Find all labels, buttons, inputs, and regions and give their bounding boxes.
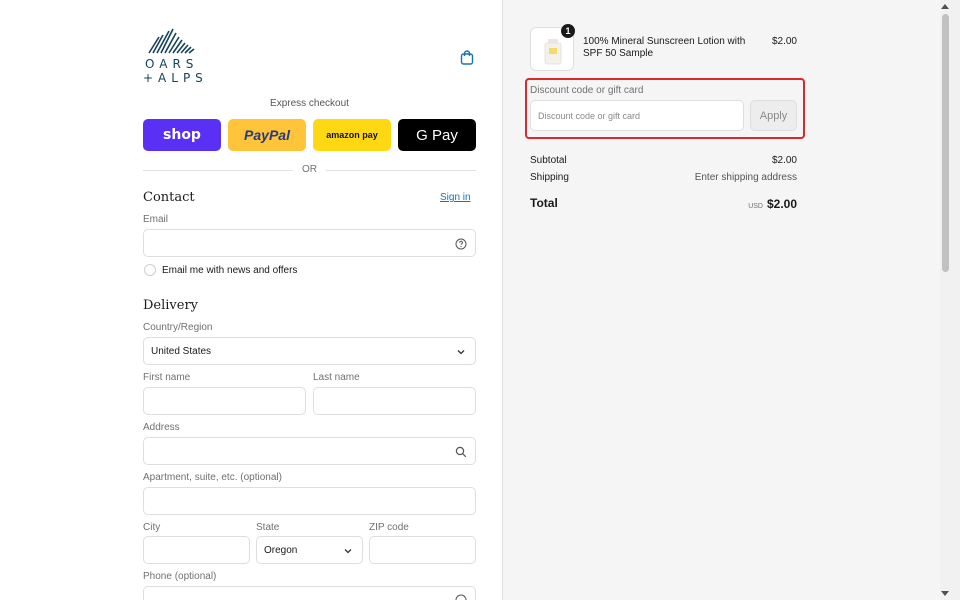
brand-name-line1: OARS: [145, 57, 199, 71]
delivery-heading: Delivery: [143, 298, 199, 313]
subtotal-label: Subtotal: [530, 155, 567, 166]
shop-pay-label: shop: [163, 127, 201, 143]
first-name-label: First name: [143, 372, 191, 383]
newsletter-checkbox[interactable]: [144, 264, 156, 276]
amazon-pay-button[interactable]: amazon pay: [313, 119, 391, 151]
zip-label: ZIP code: [369, 522, 409, 533]
chevron-down-icon: [457, 350, 465, 355]
cart-bag-icon[interactable]: [460, 50, 474, 65]
city-field[interactable]: [143, 536, 250, 564]
apartment-label: Apartment, suite, etc. (optional): [143, 472, 282, 483]
scroll-up-icon[interactable]: [941, 4, 949, 9]
newsletter-label: Email me with news and offers: [162, 265, 298, 276]
google-pay-button[interactable]: G Pay: [398, 119, 476, 151]
product-name: 100% Mineral Sunscreen Lotion with SPF 5…: [583, 36, 746, 59]
zip-field[interactable]: [369, 536, 476, 564]
subtotal-value: $2.00: [771, 155, 797, 166]
last-name-field[interactable]: [313, 387, 476, 415]
divider-line-right: [326, 170, 476, 171]
total-value: $2.00: [766, 197, 797, 211]
state-value: Oregon: [264, 545, 298, 556]
product-price: $2.00: [771, 36, 797, 47]
sign-in-link[interactable]: Sign in: [440, 192, 471, 203]
last-name-label: Last name: [313, 372, 360, 383]
help-circle-icon[interactable]: [455, 238, 467, 250]
state-label: State: [256, 522, 280, 533]
order-summary-panel: 1 100% Mineral Sunscreen Lotion with SPF…: [503, 0, 940, 600]
city-label: City: [143, 522, 161, 533]
country-value: United States: [151, 346, 212, 357]
brand-logo[interactable]: OARS +ALPS: [143, 27, 203, 87]
quantity-value: 1: [565, 26, 571, 36]
checkout-form-panel: OARS +ALPS Express checkout shop PayPal …: [0, 0, 503, 600]
paypal-button[interactable]: PayPal: [228, 119, 306, 151]
first-name-field[interactable]: [143, 387, 306, 415]
scroll-down-icon[interactable]: [941, 591, 949, 596]
contact-heading: Contact: [143, 190, 195, 205]
divider-line-left: [143, 170, 293, 171]
page-scrollbar[interactable]: [940, 0, 960, 600]
discount-placeholder: Discount code or gift card: [538, 111, 641, 121]
total-amount: USD $2.00: [697, 195, 797, 213]
shipping-label: Shipping: [530, 172, 569, 183]
state-select[interactable]: Oregon: [256, 536, 363, 564]
apply-label: Apply: [759, 110, 788, 122]
address-label: Address: [143, 422, 180, 433]
phone-label: Phone (optional): [143, 571, 217, 582]
discount-code-field[interactable]: Discount code or gift card: [530, 100, 744, 131]
country-label: Country/Region: [143, 322, 213, 333]
total-label: Total: [530, 196, 558, 210]
currency-code: USD: [748, 203, 763, 210]
help-circle-icon[interactable]: [455, 594, 467, 600]
search-icon: [455, 446, 467, 458]
express-checkout-title: Express checkout: [270, 98, 349, 109]
mountain-logo-icon: [148, 28, 195, 54]
shop-pay-button[interactable]: shop: [143, 119, 221, 151]
scrollbar-thumb[interactable]: [942, 14, 949, 272]
email-label: Email: [143, 214, 169, 225]
paypal-label: PayPal: [244, 127, 290, 143]
brand-name-line2: +ALPS: [143, 71, 208, 85]
email-field[interactable]: [143, 229, 476, 257]
google-pay-label: G Pay: [416, 126, 458, 144]
shipping-value: Enter shipping address: [694, 172, 797, 183]
address-field[interactable]: [143, 437, 476, 465]
discount-label: Discount code or gift card: [530, 85, 644, 96]
quantity-badge: 1: [561, 24, 575, 38]
amazon-pay-label: amazon pay: [326, 130, 378, 140]
apartment-field[interactable]: [143, 487, 476, 515]
apply-button[interactable]: Apply: [750, 100, 797, 131]
country-select[interactable]: United States: [143, 337, 476, 365]
phone-field[interactable]: [143, 586, 476, 600]
chevron-down-icon: [344, 549, 352, 554]
divider-or-text: OR: [302, 164, 317, 175]
